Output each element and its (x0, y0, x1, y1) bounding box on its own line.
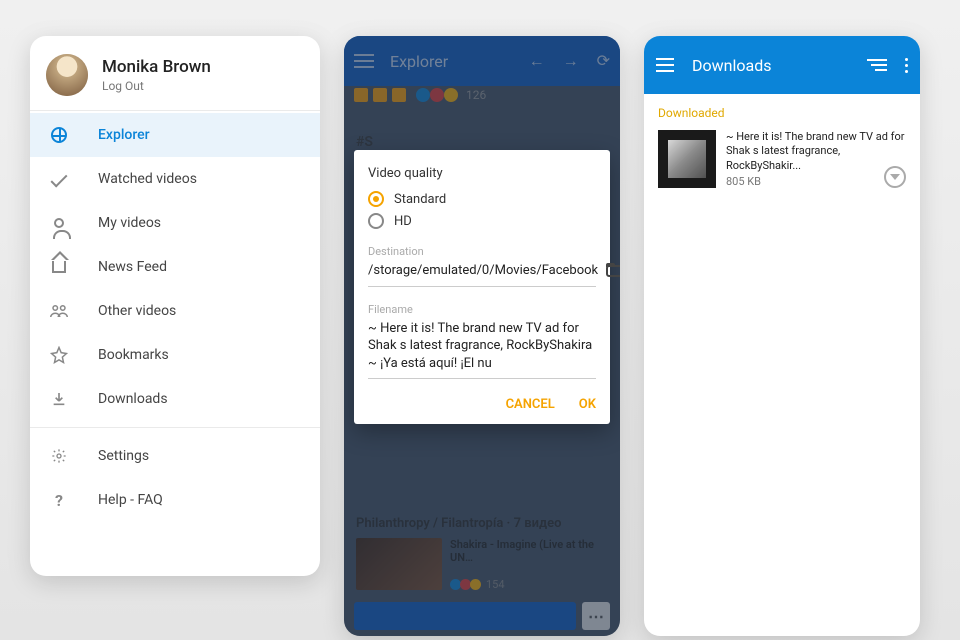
menu-item-downloads[interactable]: Downloads (30, 377, 320, 421)
menu-label: Watched videos (98, 171, 197, 187)
menu-label: My videos (98, 215, 161, 231)
menu-label: Help - FAQ (98, 492, 163, 508)
dialog-heading: Video quality (368, 166, 596, 181)
download-item-title: ~ Here it is! The brand new TV ad for Sh… (726, 130, 906, 173)
menu-item-bookmarks[interactable]: Bookmarks (30, 333, 320, 377)
menu-item-myvideos[interactable]: My videos (30, 201, 320, 245)
explorer-screen: Explorer ← → ⟳ 126 #S Philanthropy / Fil… (344, 36, 620, 636)
downloads-topbar: Downloads (644, 36, 920, 94)
star-icon (48, 344, 70, 366)
check-icon (48, 168, 70, 190)
menu-divider (30, 427, 320, 428)
downloads-title: Downloads (692, 56, 871, 75)
radio-label: HD (394, 214, 412, 229)
help-icon: ? (48, 489, 70, 511)
filename-label: Filename (368, 303, 596, 316)
menu-item-settings[interactable]: Settings (30, 434, 320, 478)
group-icon (48, 300, 70, 322)
user-icon (48, 212, 70, 234)
avatar[interactable] (46, 54, 88, 96)
menu-label: Settings (98, 448, 149, 464)
download-item[interactable]: ~ Here it is! The brand new TV ad for Sh… (644, 126, 920, 192)
more-icon[interactable] (905, 58, 908, 73)
radio-standard[interactable]: Standard (368, 191, 596, 207)
destination-label: Destination (368, 245, 596, 258)
globe-icon (48, 124, 70, 146)
download-thumbnail (658, 130, 716, 188)
filename-value: ~ Here it is! The brand new TV ad for Sh… (368, 320, 596, 373)
download-dialog: Video quality Standard HD Destination /s… (354, 150, 610, 424)
download-item-size: 805 KB (726, 175, 906, 188)
cancel-button[interactable]: CANCEL (506, 397, 555, 412)
drawer-menu: Explorer Watched videos My videos News F… (30, 111, 320, 522)
radio-hd[interactable]: HD (368, 213, 596, 229)
expand-icon[interactable] (884, 166, 906, 188)
logout-link[interactable]: Log Out (102, 79, 211, 93)
menu-item-help[interactable]: ? Help - FAQ (30, 478, 320, 522)
menu-label: Other videos (98, 303, 176, 319)
download-icon (48, 388, 70, 410)
menu-item-newsfeed[interactable]: News Feed (30, 245, 320, 289)
menu-label: Bookmarks (98, 347, 169, 363)
drawer-panel: Monika Brown Log Out Explorer Watched vi… (30, 36, 320, 576)
filename-input[interactable]: ~ Here it is! The brand new TV ad for Sh… (368, 320, 596, 380)
radio-icon (368, 191, 384, 207)
ok-button[interactable]: OK (579, 397, 596, 412)
radio-label: Standard (394, 192, 446, 207)
destination-value: /storage/emulated/0/Movies/Facebook (368, 262, 598, 280)
radio-icon (368, 213, 384, 229)
hamburger-icon[interactable] (656, 64, 674, 66)
menu-label: Downloads (98, 391, 168, 407)
destination-input[interactable]: /storage/emulated/0/Movies/Facebook (368, 262, 596, 287)
menu-item-explorer[interactable]: Explorer (30, 113, 320, 157)
menu-label: Explorer (98, 127, 150, 143)
folder-icon[interactable] (606, 265, 620, 277)
user-name: Monika Brown (102, 57, 211, 77)
menu-item-watched[interactable]: Watched videos (30, 157, 320, 201)
home-icon (48, 256, 70, 278)
downloads-screen: Downloads Downloaded ~ Here it is! The b… (644, 36, 920, 636)
gear-icon (48, 445, 70, 467)
profile-header: Monika Brown Log Out (30, 36, 320, 111)
downloaded-section-label: Downloaded (644, 94, 920, 126)
menu-label: News Feed (98, 259, 167, 275)
sort-icon[interactable] (871, 64, 887, 66)
menu-item-othervideos[interactable]: Other videos (30, 289, 320, 333)
